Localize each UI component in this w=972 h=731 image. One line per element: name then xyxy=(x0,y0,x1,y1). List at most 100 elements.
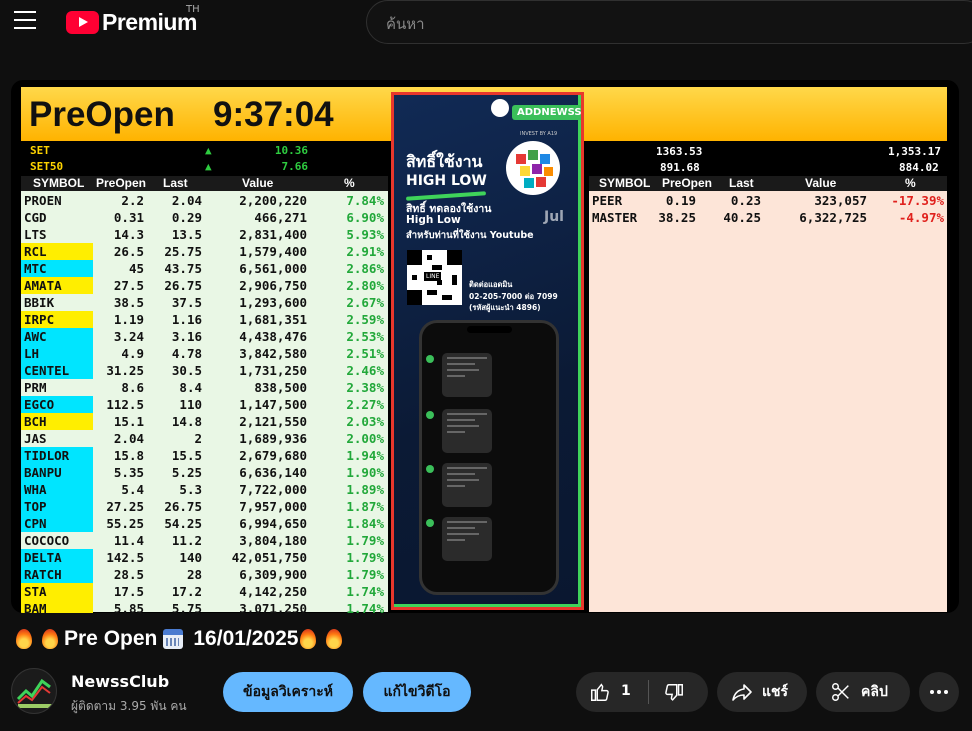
table-row: CENTEL 31.25 30.5 1,731,250 2.46% xyxy=(21,362,388,379)
cell-pre: 27.5 xyxy=(113,278,144,293)
cell-last: 13.5 xyxy=(171,227,202,242)
cell-value: 838,500 xyxy=(254,380,307,395)
cell-last: 54.25 xyxy=(164,516,202,531)
cell-value: 7,722,000 xyxy=(239,482,307,497)
cell-last: 14.8 xyxy=(171,414,202,429)
cell-symbol: BAM xyxy=(24,601,47,613)
phone-notification xyxy=(426,409,492,453)
channel-name[interactable]: NewssClub xyxy=(71,672,169,691)
cell-value: 1,731,250 xyxy=(239,363,307,378)
cell-symbol: LTS xyxy=(24,227,47,242)
cell-pct: 1.74% xyxy=(346,584,384,599)
cell-pct: -17.39% xyxy=(891,193,944,208)
cell-symbol: BANPU xyxy=(24,465,62,480)
cell-pct: 2.38% xyxy=(346,380,384,395)
cell-pre: 5.4 xyxy=(121,482,144,497)
analysis-button[interactable]: ข้อมูลวิเคราะห์ xyxy=(223,672,353,712)
like-button[interactable] xyxy=(589,681,611,707)
cell-symbol: MTC xyxy=(24,261,47,276)
cell-value: 6,322,725 xyxy=(799,210,867,225)
cell-value: 323,057 xyxy=(814,193,867,208)
fire-icon xyxy=(16,629,32,649)
cell-last: 1.16 xyxy=(171,312,202,327)
cell-pct: 2.51% xyxy=(346,346,384,361)
dislike-button[interactable] xyxy=(663,682,685,708)
ad-badge: ADDNEWSS INVEST BY A19 xyxy=(492,100,581,137)
table-row: PEER 0.19 0.23 323,057 -17.39% xyxy=(589,192,947,209)
cell-value: 3,804,180 xyxy=(239,533,307,548)
more-actions-button[interactable] xyxy=(919,672,959,712)
table-row: PRM 8.6 8.4 838,500 2.38% xyxy=(21,379,388,396)
cell-value: 2,200,220 xyxy=(239,193,307,208)
cell-symbol: CGD xyxy=(24,210,47,225)
table-header: SYMBOL PreOpen Last Value % xyxy=(21,176,388,191)
cell-symbol: JAS xyxy=(24,431,47,446)
cell-pre: 27.25 xyxy=(106,499,144,514)
divider xyxy=(648,680,649,704)
search-input[interactable]: ค้นหา xyxy=(366,0,972,44)
cell-pct: 2.27% xyxy=(346,397,384,412)
cell-pre: 11.4 xyxy=(113,533,144,548)
cell-symbol: TIDLOR xyxy=(24,448,70,463)
cell-last: 40.25 xyxy=(723,210,761,225)
newssclub-logo-icon xyxy=(16,678,52,708)
table-row: LTS 14.3 13.5 2,831,400 5.93% xyxy=(21,226,388,243)
cell-value: 4,142,250 xyxy=(239,584,307,599)
cell-symbol: CPN xyxy=(24,516,47,531)
cell-last: 110 xyxy=(179,397,202,412)
column-header: PreOpen xyxy=(96,176,147,190)
video-player[interactable]: PreOpen 9:37:04 SET ▲ 10.36 SET50 ▲ 7.66… xyxy=(11,80,959,613)
cell-pre: 2.04 xyxy=(113,431,144,446)
ad-badge-text: ADDNEWSS xyxy=(512,105,581,120)
share-button[interactable]: แชร์ xyxy=(717,672,807,712)
cell-pre: 28.5 xyxy=(113,567,144,582)
cell-pre: 45 xyxy=(128,261,144,276)
table-row: TOP 27.25 26.75 7,957,000 1.87% xyxy=(21,498,388,515)
clip-button[interactable]: คลิป xyxy=(816,672,910,712)
cell-symbol: AWC xyxy=(24,329,47,344)
cell-value: 6,561,000 xyxy=(239,261,307,276)
calendar-icon xyxy=(163,629,184,649)
youtube-premium-logo[interactable]: Premium xyxy=(66,9,197,36)
edit-video-button[interactable]: แก้ไขวิดีโอ xyxy=(363,672,471,712)
table-row: AMATA 27.5 26.75 2,906,750 2.80% xyxy=(21,277,388,294)
cell-pct: 2.03% xyxy=(346,414,384,429)
table-row: DELTA 142.5 140 42,051,750 1.79% xyxy=(21,549,388,566)
cell-pre: 4.9 xyxy=(121,346,144,361)
cell-last: 37.5 xyxy=(171,295,202,310)
cell-value: 7,957,000 xyxy=(239,499,307,514)
hamburger-menu-icon[interactable] xyxy=(14,11,36,29)
channel-avatar[interactable] xyxy=(11,668,57,714)
cell-last: 0.29 xyxy=(171,210,202,225)
share-label: แชร์ xyxy=(762,684,789,700)
cell-pct: 2.80% xyxy=(346,278,384,293)
cell-pre: 15.1 xyxy=(113,414,144,429)
index-name: SET50 xyxy=(30,160,64,173)
highlow-ad-panel: ADDNEWSS INVEST BY A19 สิทธิ์ใช้งาน HIGH… xyxy=(391,92,584,610)
cell-pre: 14.3 xyxy=(113,227,144,242)
cell-pre: 38.25 xyxy=(658,210,696,225)
cell-symbol: STA xyxy=(24,584,47,599)
column-header: SYMBOL xyxy=(33,176,85,190)
cell-pct: 1.79% xyxy=(346,533,384,548)
cell-last: 26.75 xyxy=(164,278,202,293)
cell-symbol: MASTER xyxy=(592,210,638,225)
fire-icon xyxy=(42,629,58,649)
cell-last: 28 xyxy=(186,567,202,582)
ad-contact: ติดต่อแอดมิน xyxy=(469,280,513,289)
cell-pre: 8.6 xyxy=(121,380,144,395)
cell-symbol: COCOCO xyxy=(24,533,70,548)
right-index-a: 1363.53 xyxy=(656,145,703,158)
index-row-set50: SET50 ▲ 7.66 xyxy=(21,160,388,175)
cell-pct: -4.97% xyxy=(898,210,944,225)
cell-symbol: PEER xyxy=(592,193,623,208)
cell-symbol: WHA xyxy=(24,482,47,497)
ad-month: Jul xyxy=(544,209,564,225)
gainers-table: SYMBOL PreOpen Last Value % PROEN 2.2 2.04… xyxy=(21,176,388,613)
cell-symbol: LH xyxy=(24,346,40,361)
table-row: BAM 5.85 5.75 3,071,250 1.74% xyxy=(21,600,388,613)
youtube-play-icon xyxy=(66,11,99,34)
cell-value: 1,293,600 xyxy=(239,295,307,310)
cell-symbol: RCL xyxy=(24,244,47,259)
index-value: 7.66 xyxy=(281,160,309,173)
